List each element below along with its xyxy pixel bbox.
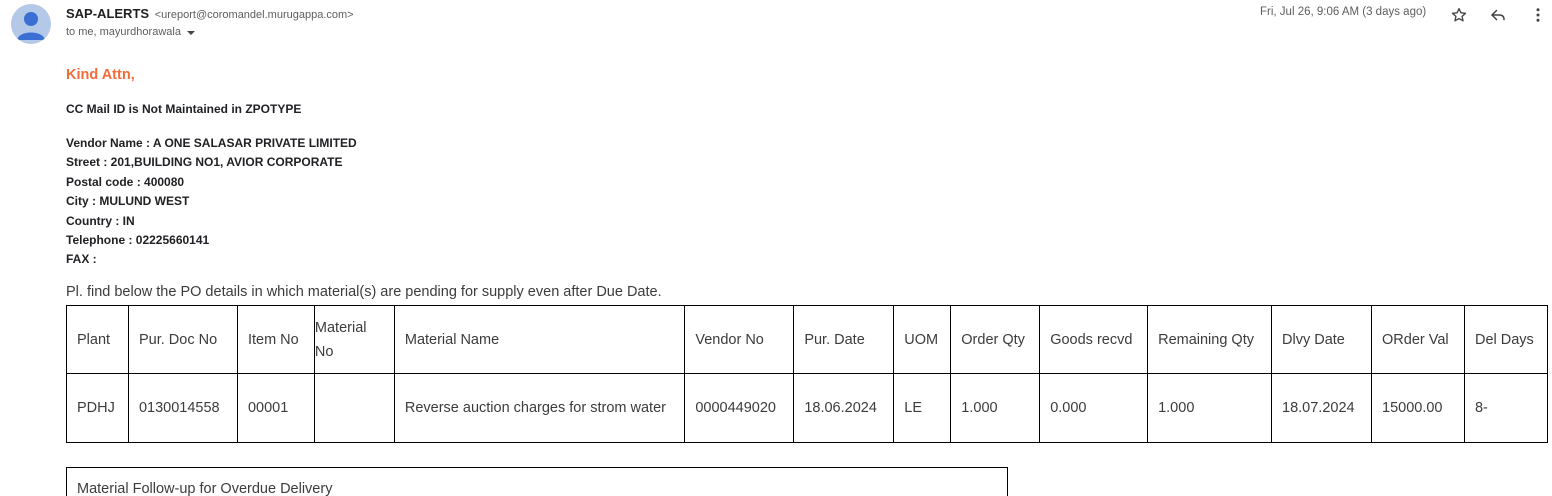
cell-del-days: 8- (1463, 373, 1549, 443)
col-header: Remaining Qty (1147, 305, 1273, 374)
cell-pur-doc-no: 0130014558 (127, 373, 238, 443)
cell-pur-date: 18.06.2024 (793, 373, 895, 443)
col-header: Pur. Doc No (127, 305, 238, 374)
col-header: Material Name (393, 305, 686, 374)
followup-box: Material Follow-up for Overdue Delivery (66, 467, 1008, 496)
vendor-country: Country : IN (66, 213, 135, 228)
vendor-telephone: Telephone : 02225660141 (66, 233, 210, 248)
col-header: Order Qty (950, 305, 1041, 374)
star-icon (1451, 7, 1467, 22)
table-header-row: Plant Pur. Doc No Item No Material No Ma… (66, 305, 1549, 374)
cell-item-no: 00001 (236, 373, 315, 443)
col-header: Plant (66, 305, 129, 374)
col-header: Material No (313, 305, 395, 374)
col-header: Pur. Date (793, 305, 895, 374)
reply-button[interactable] (1486, 3, 1510, 27)
cell-vendor-no: 0000449020 (684, 373, 795, 443)
cell-material-no (313, 373, 395, 443)
vendor-postal-code: Postal code : 400080 (66, 174, 185, 189)
po-details-table: Plant Pur. Doc No Item No Material No Ma… (66, 305, 1549, 443)
cell-remaining-qty: 1.000 (1147, 373, 1273, 443)
greeting: Kind Attn, (66, 67, 135, 83)
col-header: UOM (893, 305, 952, 374)
cell-material-name: Reverse auction charges for strom water (393, 373, 686, 443)
cell-plant: PDHJ (66, 373, 129, 443)
col-header: Del Days (1463, 305, 1549, 374)
sender-avatar[interactable] (11, 4, 51, 44)
caret-down-icon[interactable] (186, 31, 195, 35)
col-header: Vendor No (684, 305, 795, 374)
person-avatar-icon (17, 12, 45, 40)
cell-goods-recvd: 0.000 (1039, 373, 1149, 443)
recipients-line: to me, mayurdhorawala (66, 26, 195, 38)
cc-notice: CC Mail ID is Not Maintained in ZPOTYPE (66, 102, 302, 116)
cell-order-val: 15000.00 (1371, 373, 1465, 443)
vendor-details: Vendor Name : A ONE SALASAR PRIVATE LIMI… (66, 134, 357, 270)
reply-icon (1491, 9, 1505, 21)
vendor-name: Vendor Name : A ONE SALASAR PRIVATE LIMI… (66, 136, 357, 150)
more-options-button[interactable] (1526, 3, 1550, 27)
col-header: Goods recvd (1039, 305, 1149, 374)
recipients-text: to me, mayurdhorawala (66, 26, 181, 38)
table-row: PDHJ 0130014558 00001 Reverse auction ch… (66, 373, 1549, 443)
vendor-fax: FAX : (66, 252, 97, 267)
sender-line: SAP-ALERTS <ureport@coromandel.murugappa… (66, 6, 354, 21)
sender-name[interactable]: SAP-ALERTS (66, 6, 149, 21)
cell-uom: LE (893, 373, 952, 443)
vendor-street: Street : 201,BUILDING NO1, AVIOR CORPORA… (66, 155, 343, 170)
cell-dlvy-date: 18.07.2024 (1271, 373, 1372, 443)
col-header: Dlvy Date (1271, 305, 1372, 374)
more-vert-icon (1536, 8, 1540, 22)
email-date: Fri, Jul 26, 9:06 AM (3 days ago) (1260, 6, 1427, 18)
cell-order-qty: 1.000 (950, 373, 1041, 443)
intro-text: Pl. find below the PO details in which m… (66, 284, 662, 300)
vendor-city: City : MULUND WEST (66, 194, 190, 209)
col-header: Item No (236, 305, 315, 374)
col-header: ORder Val (1371, 305, 1465, 374)
star-button[interactable] (1447, 3, 1471, 27)
sender-email: <ureport@coromandel.murugappa.com> (154, 9, 354, 21)
